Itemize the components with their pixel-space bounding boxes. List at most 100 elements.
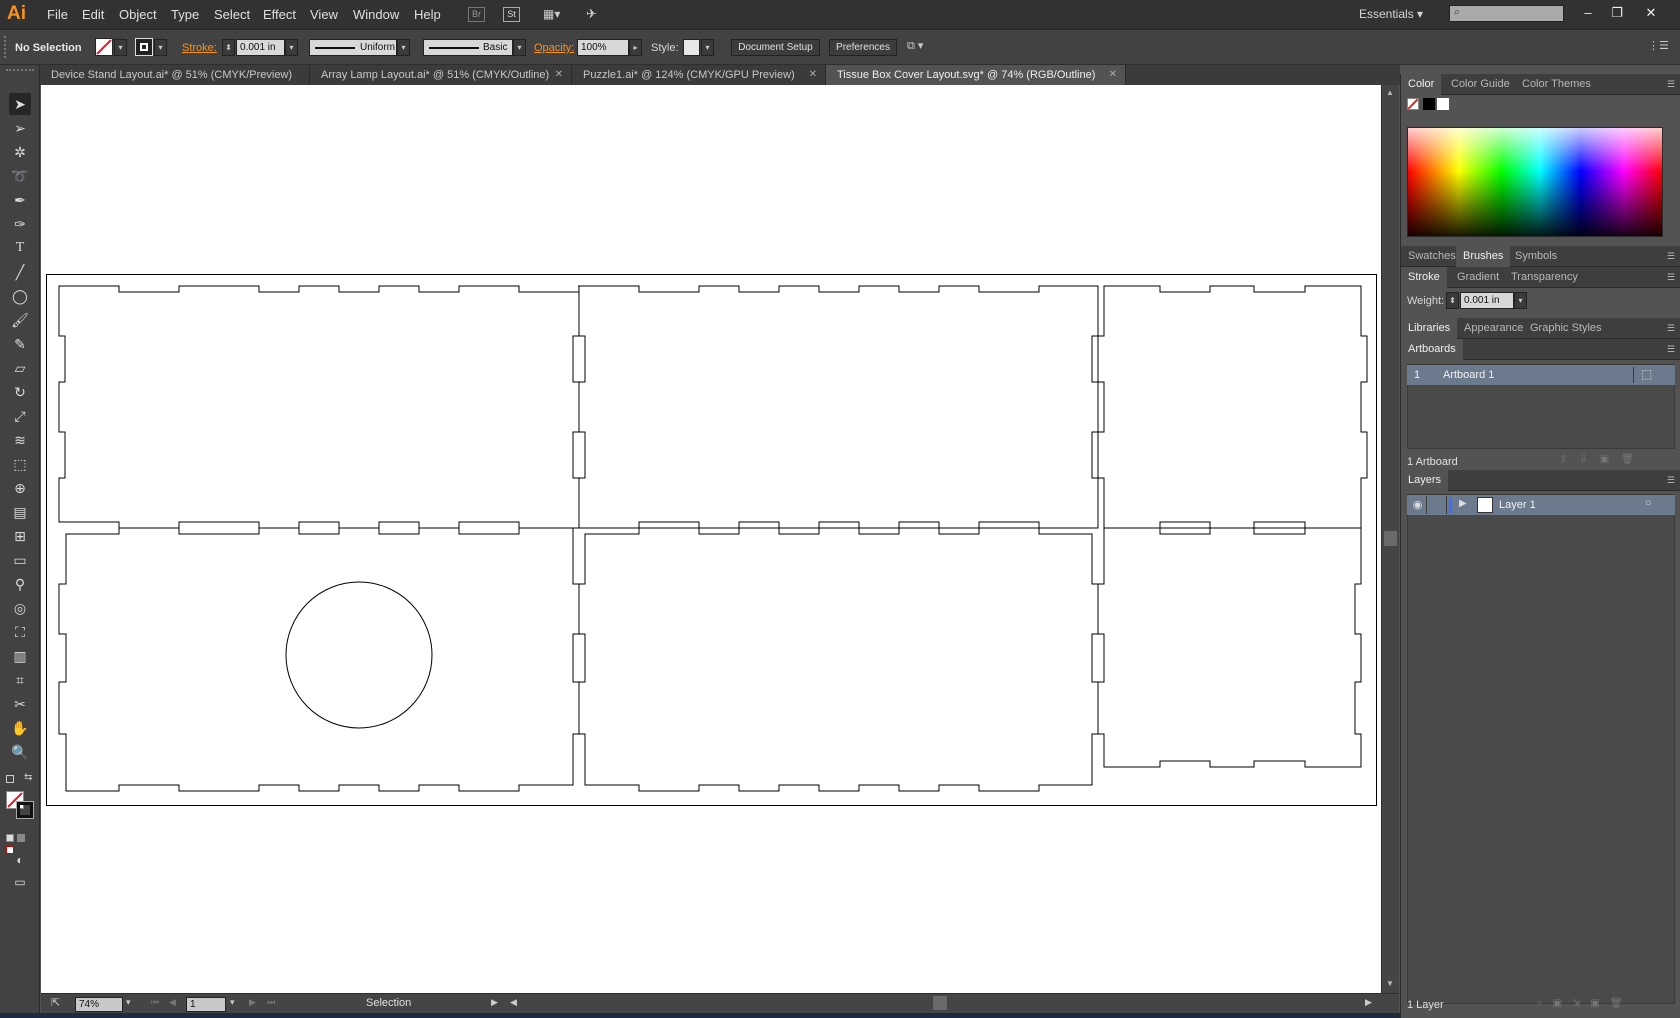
lock-toggle[interactable] [1429, 496, 1447, 514]
menu-select[interactable]: Select [214, 7, 250, 22]
weight-stepper[interactable]: ⬍ [1446, 292, 1459, 309]
zoom-input[interactable]: 74% [75, 997, 123, 1012]
stock-button[interactable]: St [503, 7, 520, 22]
tab-brushes[interactable]: Brushes [1456, 246, 1511, 267]
mesh-tool-icon[interactable]: ⊞ [9, 525, 31, 547]
stroke-dropdown[interactable]: ▾ [154, 39, 167, 56]
tab-gradient[interactable]: Gradient [1450, 267, 1506, 288]
panel-menu-icon[interactable]: ☰ [1667, 475, 1675, 486]
next-artboard-icon[interactable]: ▶ [249, 997, 256, 1008]
tab-array-lamp[interactable]: Array Lamp Layout.ai* @ 51% (CMYK/Outlin… [310, 65, 572, 85]
tab-symbols[interactable]: Symbols [1508, 246, 1564, 267]
share-icon[interactable]: ⇱ [51, 996, 60, 1009]
pen-tool-icon[interactable]: ✒ [9, 189, 31, 211]
brush-definition[interactable]: Basic [423, 39, 513, 56]
search-input[interactable]: ⌕ [1449, 5, 1564, 22]
preferences-button[interactable]: Preferences [829, 39, 897, 56]
layer-action-icons[interactable]: ⌕▣⇲▣🗑 [1537, 998, 1633, 1009]
black-swatch[interactable] [1423, 98, 1435, 110]
curvature-tool-icon[interactable]: ✑ [9, 213, 31, 235]
symbol-sprayer-tool-icon[interactable]: ⛶ [9, 621, 31, 643]
tab-transparency[interactable]: Transparency [1504, 267, 1585, 288]
free-transform-tool-icon[interactable]: ⬚ [9, 453, 31, 475]
warp-tool-icon[interactable]: ≋ [9, 429, 31, 451]
tab-color-themes[interactable]: Color Themes [1515, 74, 1598, 95]
tab-device-stand[interactable]: Device Stand Layout.ai* @ 51% (CMYK/Prev… [40, 65, 310, 85]
panel-menu-icon[interactable]: ☰ [1667, 79, 1675, 90]
type-tool-icon[interactable]: T [9, 237, 31, 259]
scroll-thumb[interactable] [1384, 531, 1397, 546]
gpu-performance-icon[interactable]: ✈ [586, 6, 604, 23]
opacity-arrow[interactable]: ▸ [629, 39, 642, 56]
panel-menu-icon[interactable]: ☰ [1667, 272, 1675, 283]
none-color-icon[interactable] [1407, 98, 1419, 110]
opacity-input[interactable]: 100% [577, 39, 629, 56]
blend-tool-icon[interactable]: ◎ [9, 597, 31, 619]
line-tool-icon[interactable]: ╱ [9, 261, 31, 283]
panel-menu-icon[interactable]: ☰ [1667, 344, 1675, 355]
color-spectrum[interactable] [1407, 127, 1663, 237]
variable-width-profile[interactable]: Uniform [309, 39, 397, 56]
scroll-up-icon[interactable]: ▲ [1386, 88, 1394, 97]
paintbrush-tool-icon[interactable]: 🖌 [9, 309, 31, 331]
last-artboard-icon[interactable]: ⏭ [267, 997, 275, 1008]
stroke-label[interactable]: Stroke: [182, 42, 217, 54]
white-swatch[interactable] [1437, 98, 1449, 110]
fill-swatch[interactable] [95, 38, 113, 56]
scroll-down-icon[interactable]: ▼ [1386, 979, 1394, 988]
workspace-switcher[interactable]: Essentials ▾ [1359, 7, 1423, 21]
lasso-tool-icon[interactable]: ➰ [9, 165, 31, 187]
document-setup-button[interactable]: Document Setup [731, 39, 820, 56]
menu-object[interactable]: Object [119, 7, 157, 22]
fill-dropdown[interactable]: ▾ [114, 39, 127, 56]
tab-swatches[interactable]: Swatches [1401, 246, 1463, 267]
expand-triangle-icon[interactable]: ▶ [1459, 498, 1467, 509]
menu-edit[interactable]: Edit [82, 7, 104, 22]
profile-dropdown[interactable]: ▾ [397, 39, 410, 56]
prev-artboard-icon[interactable]: ◀ [169, 997, 176, 1008]
column-graph-tool-icon[interactable]: ▥ [9, 645, 31, 667]
minimize-button[interactable]: ‒ [1575, 3, 1601, 23]
brush-dropdown[interactable]: ▾ [513, 39, 526, 56]
artboard-tool-icon[interactable]: ⌗ [9, 669, 31, 691]
shaper-tool-icon[interactable]: ✎ [9, 333, 31, 355]
tab-artboards[interactable]: Artboards [1401, 339, 1463, 360]
hscroll-thumb[interactable] [933, 996, 947, 1010]
arrange-icon[interactable]: ⧉ ▾ [907, 39, 939, 56]
slice-tool-icon[interactable]: ✂ [9, 693, 31, 715]
scroll-left-icon[interactable]: ◀ [510, 997, 517, 1008]
zoom-tool-icon[interactable]: 🔍 [9, 741, 31, 763]
graphic-style-swatch[interactable] [683, 39, 700, 56]
panel-menu-icon[interactable]: ☰ [1667, 323, 1675, 334]
eyedropper-tool-icon[interactable]: ⚲ [9, 573, 31, 595]
artboard-canvas[interactable] [41, 85, 1381, 993]
shape-builder-tool-icon[interactable]: ⊕ [9, 477, 31, 499]
artboard-number-input[interactable]: 1 [186, 997, 226, 1012]
screen-mode-icon[interactable]: ▭ [9, 871, 31, 893]
default-colors-icon[interactable] [6, 775, 14, 783]
stroke-stepper[interactable]: ⬍ [222, 39, 235, 56]
swap-colors-icon[interactable]: ⇆ [24, 772, 32, 783]
close-button[interactable]: ✕ [1638, 3, 1664, 23]
tab-libraries[interactable]: Libraries [1401, 318, 1458, 339]
tab-puzzle1[interactable]: Puzzle1.ai* @ 124% (CMYK/GPU Preview) ✕ [572, 65, 826, 85]
draw-mode-icon[interactable]: ◐ [9, 849, 31, 871]
perspective-grid-tool-icon[interactable]: ▤ [9, 501, 31, 523]
menu-help[interactable]: Help [414, 7, 441, 22]
tab-color[interactable]: Color [1401, 74, 1442, 95]
target-circle-icon[interactable]: ○ [1645, 497, 1652, 509]
stroke-weight-dropdown[interactable]: ▾ [285, 39, 298, 56]
close-tab-icon[interactable]: ✕ [555, 65, 563, 85]
artboard-action-icons[interactable]: ⇧⇩▣🗑 [1559, 454, 1646, 465]
artwork-outline[interactable] [41, 85, 1381, 993]
tab-layers[interactable]: Layers [1401, 470, 1449, 491]
bridge-button[interactable]: Br [468, 7, 485, 22]
menu-view[interactable]: View [310, 7, 338, 22]
artboard-dropdown[interactable]: ▾ [230, 997, 235, 1008]
hand-tool-icon[interactable]: ✋ [9, 717, 31, 739]
visibility-eye-icon[interactable]: ◉ [1409, 496, 1427, 514]
control-panel-menu-icon[interactable]: ⋮☰ [1648, 39, 1669, 56]
menu-window[interactable]: Window [353, 7, 399, 22]
arrange-documents-icon[interactable]: ▦▾ [543, 7, 571, 22]
stroke-color-icon[interactable] [16, 801, 34, 819]
